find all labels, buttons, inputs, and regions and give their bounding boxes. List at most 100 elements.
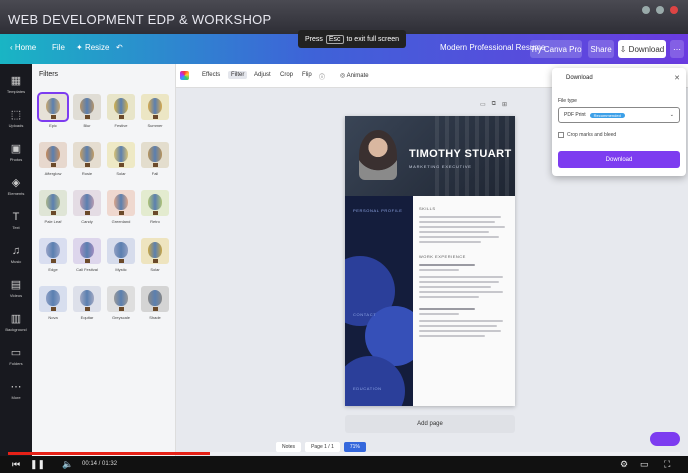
try-pro-button[interactable]: Try Canva Pro bbox=[530, 40, 582, 58]
animate-button[interactable]: ◎ Animate bbox=[340, 72, 369, 79]
zoom-level[interactable]: 71% bbox=[343, 442, 366, 452]
hide-page-icon[interactable]: ▭ bbox=[480, 101, 486, 108]
filter-preview bbox=[141, 190, 169, 216]
rail-item-7[interactable]: ▥ Background bbox=[0, 308, 32, 338]
effects-button[interactable]: Effects bbox=[202, 72, 220, 78]
close-icon[interactable]: ✕ bbox=[674, 74, 680, 82]
maximize-icon[interactable] bbox=[656, 6, 664, 14]
color-picker-icon[interactable] bbox=[180, 71, 189, 80]
filter-thumb[interactable]: Nova bbox=[39, 286, 67, 320]
notes-button[interactable]: Notes bbox=[276, 442, 302, 452]
filter-thumb[interactable]: Mystic bbox=[107, 238, 135, 272]
filter-thumb[interactable]: Cali Festival bbox=[73, 238, 101, 272]
filter-thumb[interactable]: Solar bbox=[107, 142, 135, 176]
download-button[interactable]: ⇩ Download bbox=[618, 40, 666, 58]
education-heading[interactable]: EDUCATION bbox=[353, 386, 382, 391]
rail-item-4[interactable]: T Text bbox=[0, 206, 32, 236]
rail-item-2[interactable]: ▣ Photos bbox=[0, 138, 32, 168]
share-button[interactable]: Share bbox=[588, 40, 614, 58]
undo-icon[interactable]: ↶ bbox=[116, 43, 123, 52]
filter-preview bbox=[73, 142, 101, 168]
text-line bbox=[419, 221, 495, 223]
add-page-icon[interactable]: ⊞ bbox=[502, 101, 507, 108]
filter-grid: Epic Blur Festive Summer Afterglow Rosie Solar… bbox=[37, 92, 171, 320]
rail-item-6[interactable]: ▤ Videos bbox=[0, 274, 32, 304]
download-confirm-button[interactable]: Download bbox=[558, 151, 680, 168]
previous-icon[interactable]: ⏮ bbox=[12, 459, 20, 470]
filter-thumb[interactable]: Afterglow bbox=[39, 142, 67, 176]
crop-marks-checkbox[interactable] bbox=[558, 132, 564, 138]
contact-heading[interactable]: CONTACT bbox=[353, 312, 376, 317]
rail-item-1[interactable]: ⬚ Uploads bbox=[0, 104, 32, 134]
minimize-icon[interactable] bbox=[642, 6, 650, 14]
fullscreen-icon[interactable]: ⛶ bbox=[664, 459, 670, 470]
filter-label: Rosie bbox=[81, 171, 93, 176]
filter-thumb[interactable]: Shade bbox=[141, 286, 169, 320]
more-options-button[interactable]: ⋯ bbox=[670, 40, 684, 58]
rail-label: Templates bbox=[6, 89, 26, 94]
basket-icon bbox=[51, 211, 56, 215]
filter-thumb[interactable]: Pale Leaf bbox=[39, 190, 67, 224]
rail-item-9[interactable]: ⋯ More bbox=[0, 376, 32, 406]
help-toggle[interactable] bbox=[650, 432, 680, 446]
file-type-select[interactable]: PDF Print Recommended ⌄ bbox=[558, 107, 680, 123]
info-icon[interactable]: ⓘ bbox=[319, 72, 325, 81]
filter-thumb[interactable]: Epic bbox=[37, 92, 69, 128]
filter-button[interactable]: Filter bbox=[228, 71, 248, 79]
balloon-icon bbox=[114, 146, 128, 162]
filter-thumb[interactable]: Candy bbox=[73, 190, 101, 224]
filter-thumb[interactable]: Rosie bbox=[73, 142, 101, 176]
rail-item-3[interactable]: ◈ Elements bbox=[0, 172, 32, 202]
filter-thumb[interactable]: Equitar bbox=[73, 286, 101, 320]
filter-thumb[interactable]: Summer bbox=[141, 94, 169, 128]
profile-heading[interactable]: PERSONAL PROFILE bbox=[353, 208, 402, 213]
filter-label: Solar bbox=[116, 171, 126, 176]
file-menu[interactable]: File bbox=[52, 43, 65, 52]
filter-thumb[interactable]: Solar bbox=[141, 238, 169, 272]
balloon-icon bbox=[80, 98, 94, 114]
filter-label: Pale Leaf bbox=[44, 219, 62, 224]
resize-menu[interactable]: ✦ Resize bbox=[76, 43, 109, 52]
resume-subtitle[interactable]: MARKETING EXECUTIVE bbox=[409, 164, 472, 169]
screen: WEB DEVELOPMENT EDP & WORKSHOP ‹ Home Fi… bbox=[0, 0, 688, 473]
rail-item-8[interactable]: ▭ Folders bbox=[0, 342, 32, 372]
text-line bbox=[419, 296, 479, 298]
rail-item-5[interactable]: ♫ Music bbox=[0, 240, 32, 270]
duplicate-page-icon[interactable]: ⧉ bbox=[492, 101, 496, 108]
rail-icon: ▤ bbox=[10, 279, 22, 291]
rail-icon: ⋯ bbox=[10, 381, 22, 393]
filter-thumb[interactable]: Greyscale bbox=[107, 286, 135, 320]
filter-preview bbox=[141, 94, 169, 120]
filter-thumb[interactable]: Blur bbox=[73, 94, 101, 128]
filter-thumb[interactable]: Festive bbox=[107, 94, 135, 128]
work-heading[interactable]: WORK EXPERIENCE bbox=[419, 254, 466, 259]
skills-heading[interactable]: SKILLS bbox=[419, 206, 436, 211]
tooltip-suffix: to exit full screen bbox=[346, 35, 400, 43]
close-icon[interactable] bbox=[670, 6, 678, 14]
resume-page[interactable]: TIMOTHY STUART MARKETING EXECUTIVE PERSO… bbox=[345, 116, 515, 406]
file-type-label: File type bbox=[558, 98, 577, 104]
filter-preview bbox=[39, 142, 67, 168]
settings-icon[interactable]: ⚙ bbox=[620, 459, 628, 470]
filter-thumb[interactable]: Edge bbox=[39, 238, 67, 272]
add-page-button[interactable]: Add page bbox=[345, 415, 515, 433]
home-link[interactable]: ‹ Home bbox=[10, 43, 36, 52]
profile-photo[interactable] bbox=[359, 130, 397, 180]
filter-thumb[interactable]: Greenland bbox=[107, 190, 135, 224]
animate-label: Animate bbox=[346, 73, 369, 79]
pause-icon[interactable]: ❚❚ bbox=[30, 459, 45, 470]
rail-item-0[interactable]: ▦ Templates bbox=[0, 70, 32, 100]
crop-marks-option[interactable]: Crop marks and bleed bbox=[558, 132, 616, 138]
filter-label: Greenland bbox=[111, 219, 131, 224]
crop-button[interactable]: Crop bbox=[280, 72, 293, 78]
video-progress-bar[interactable] bbox=[8, 452, 680, 455]
adjust-button[interactable]: Adjust bbox=[254, 72, 271, 78]
volume-icon[interactable]: 🔈 bbox=[62, 459, 73, 470]
filter-preview bbox=[73, 238, 101, 264]
filter-preview bbox=[141, 238, 169, 264]
theater-icon[interactable]: ▭ bbox=[640, 459, 649, 470]
flip-button[interactable]: Flip bbox=[302, 72, 312, 78]
filter-thumb[interactable]: Fall bbox=[141, 142, 169, 176]
filter-thumb[interactable]: Retro bbox=[141, 190, 169, 224]
resume-name[interactable]: TIMOTHY STUART bbox=[409, 148, 512, 160]
